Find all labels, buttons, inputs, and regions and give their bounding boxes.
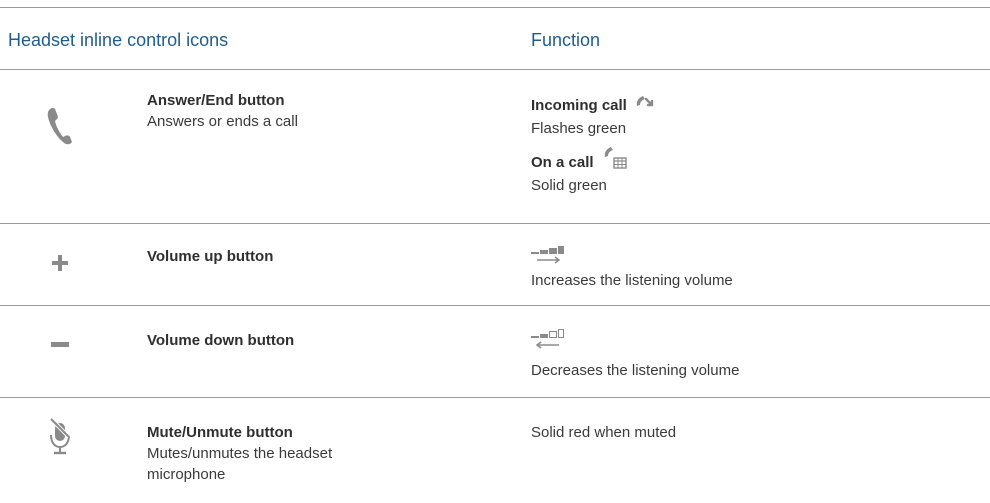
phone-handset-icon: [20, 96, 100, 156]
on-call-icon: [602, 147, 628, 175]
volume-down-desc: Decreases the listening volume: [531, 362, 740, 379]
table-row-mute: Mute/Unmute button Mutes/unmutes the hea…: [0, 398, 990, 503]
table-row-answer-end: Answer/End button Answers or ends a call…: [0, 70, 990, 223]
incoming-call-desc: Flashes green: [531, 120, 627, 137]
table-row-volume-up: Volume up button Increases the listening…: [0, 224, 990, 305]
volume-down-title: Volume down button: [147, 332, 295, 349]
minus-icon: [20, 330, 100, 360]
mute-description-line2: microphone: [147, 466, 226, 483]
mute-description-line1: Mutes/unmutes the headset: [147, 445, 333, 462]
mute-function-desc: Solid red when muted: [531, 424, 677, 441]
plus-icon: [20, 248, 100, 278]
on-call-desc: Solid green: [531, 177, 607, 194]
incoming-call-title: Incoming call: [531, 97, 627, 114]
answer-end-description: Answers or ends a call: [147, 113, 298, 130]
table-row-volume-down: Volume down button Decreases the listeni…: [0, 306, 990, 397]
on-call-title: On a call: [531, 154, 594, 171]
volume-increase-icon: [531, 244, 971, 270]
volume-up-title: Volume up button: [147, 248, 274, 265]
incoming-call-icon: [635, 94, 655, 118]
header-function: Function: [531, 30, 601, 50]
top-rule: [0, 7, 990, 8]
header-controls: Headset inline control icons: [8, 30, 229, 50]
microphone-muted-icon: [20, 416, 100, 456]
volume-up-desc: Increases the listening volume: [531, 272, 733, 289]
mute-title: Mute/Unmute button: [147, 424, 293, 441]
inline-controls-table: Headset inline control icons Function An…: [0, 0, 990, 503]
answer-end-title: Answer/End button: [147, 92, 285, 109]
volume-decrease-icon: [531, 328, 971, 360]
